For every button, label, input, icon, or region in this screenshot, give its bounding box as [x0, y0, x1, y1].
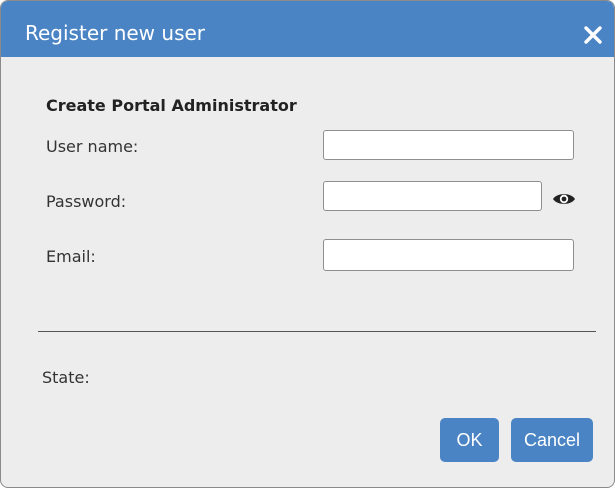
ok-button[interactable]: OK — [440, 418, 499, 462]
divider — [38, 331, 596, 332]
register-user-dialog: Register new user Create Portal Administ… — [0, 0, 615, 488]
username-label: User name: — [46, 137, 139, 156]
state-label: State: — [42, 368, 90, 387]
username-input[interactable] — [323, 130, 574, 160]
password-input[interactable] — [323, 181, 542, 211]
section-heading: Create Portal Administrator — [46, 96, 297, 115]
cancel-button[interactable]: Cancel — [511, 418, 593, 462]
email-label: Email: — [46, 247, 96, 266]
dialog-title: Register new user — [25, 21, 206, 45]
email-input[interactable] — [323, 239, 574, 271]
password-label: Password: — [46, 192, 127, 211]
dialog-titlebar: Register new user — [1, 1, 614, 57]
close-icon[interactable] — [581, 23, 605, 47]
eye-icon[interactable] — [552, 191, 576, 207]
